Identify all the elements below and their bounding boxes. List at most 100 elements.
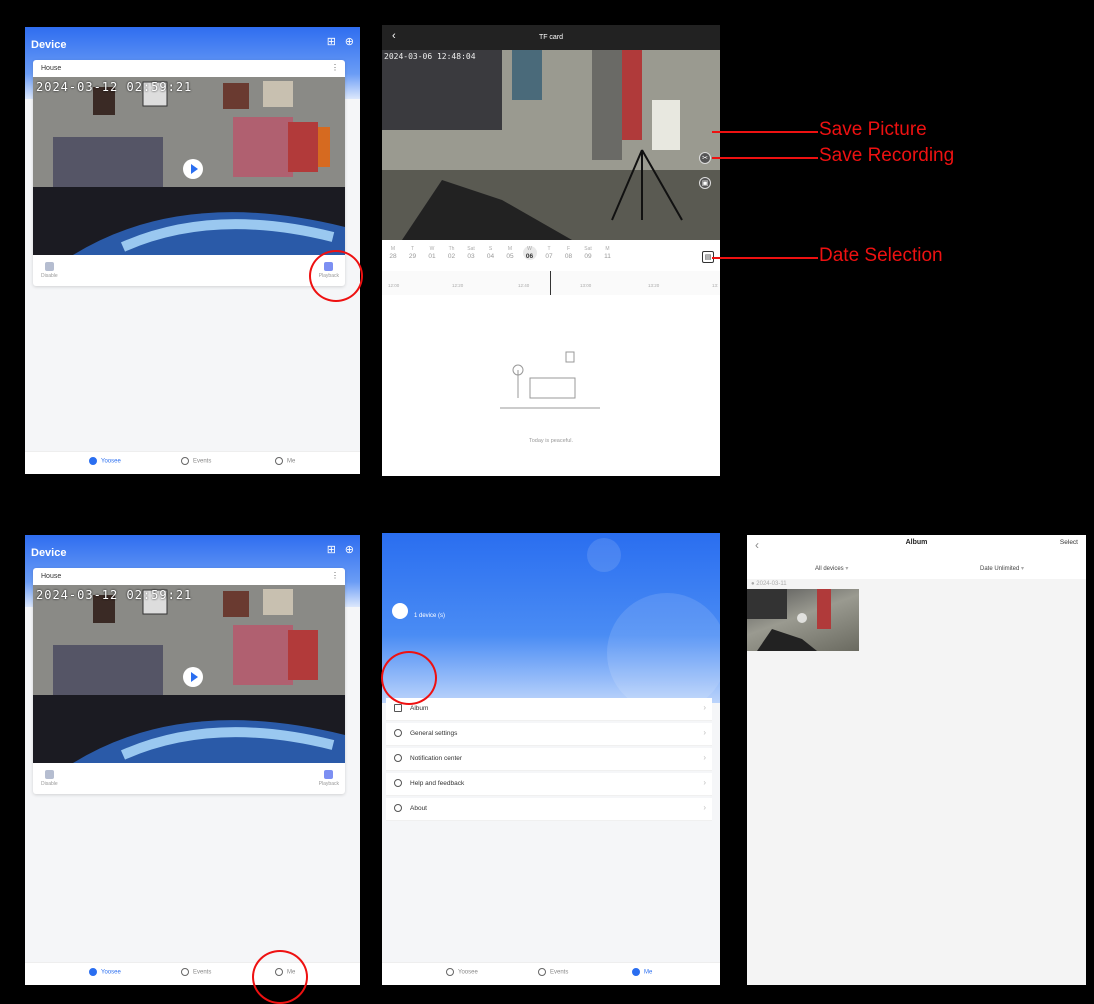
- chevron-down-icon: ▾: [845, 566, 849, 572]
- select-button[interactable]: Select: [1060, 539, 1078, 546]
- tab-label: Events: [193, 969, 212, 976]
- camera-card[interactable]: House ⋮ 2024-03-12 02:59:21 Disable Play…: [33, 568, 345, 794]
- tf-title: TF card: [538, 34, 564, 41]
- filter-date[interactable]: Date Unlimited ▾: [980, 565, 1024, 572]
- album-icon: [394, 704, 402, 712]
- info-icon: [394, 804, 402, 812]
- date-item[interactable]: Sat 03: [464, 246, 478, 260]
- chevron-right-icon: ›: [703, 803, 706, 812]
- date-number: 05: [506, 253, 514, 260]
- filter-devices-label: All devices: [815, 566, 844, 572]
- empty-illustration-icon: [500, 351, 600, 409]
- annotation-line-date-selection: [712, 257, 818, 259]
- camera-timestamp: 2024-03-12 02:59:21: [36, 80, 193, 94]
- camera-preview[interactable]: 2024-03-12 02:59:21: [33, 77, 345, 255]
- timeline-cursor[interactable]: [550, 271, 551, 295]
- me-icon: [275, 457, 283, 465]
- tab-yoosee[interactable]: Yoosee: [89, 457, 121, 465]
- camera-name: House: [41, 573, 62, 580]
- save-recording-button[interactable]: ▣: [699, 177, 711, 189]
- date-item[interactable]: T 07: [542, 246, 556, 260]
- tf-timestamp: 2024-03-06 12:48:04: [384, 52, 476, 61]
- menu-item-label: General settings: [410, 730, 458, 737]
- tab-label: Yoosee: [101, 969, 121, 976]
- add-icon[interactable]: ⊕: [345, 37, 354, 48]
- date-day: S: [488, 246, 493, 252]
- menu-item-label: Help and feedback: [410, 780, 465, 787]
- date-number: 28: [389, 253, 397, 260]
- date-day: Sat: [584, 246, 592, 252]
- play-icon[interactable]: [183, 159, 203, 179]
- tf-card-screen: ‹ TF card 2024-03-06 12:48:04 ✂ ▣ ❚❚ ▶ ◁…: [382, 25, 720, 476]
- menu-item[interactable]: Help and feedback ›: [386, 773, 712, 796]
- office-scene: [382, 50, 720, 240]
- disable-button[interactable]: Disable: [41, 770, 58, 787]
- notification-icon: [394, 754, 402, 762]
- tab-events[interactable]: Events: [181, 968, 211, 976]
- date-item[interactable]: S 04: [484, 246, 498, 260]
- play-icon[interactable]: [183, 667, 203, 687]
- device-title: Device: [31, 547, 67, 559]
- tab-label: Me: [644, 969, 653, 976]
- save-picture-button[interactable]: ✂: [699, 152, 711, 164]
- menu-item[interactable]: Notification center ›: [386, 748, 712, 771]
- album-thumbnail[interactable]: [747, 589, 859, 651]
- date-number: 01: [428, 253, 436, 260]
- tab-me[interactable]: Me: [275, 457, 295, 465]
- device-title: Device: [31, 39, 67, 51]
- device-screen-top: Device ⊞ ⊕ House ⋮ 2024-03-12 02:59:21 D…: [25, 27, 360, 474]
- timeline[interactable]: 12:00 12:20 12:40 13:00 13:20 13:: [382, 271, 720, 295]
- menu-item-label: Notification center: [410, 755, 463, 762]
- date-number: 11: [604, 253, 611, 260]
- more-icon[interactable]: ⋮: [331, 571, 339, 580]
- tf-video[interactable]: 2024-03-06 12:48:04 ✂ ▣ ❚❚ ▶ ◁ ⛶: [382, 50, 720, 259]
- date-item[interactable]: M 11: [601, 246, 615, 260]
- filter-devices[interactable]: All devices ▾: [815, 565, 848, 572]
- tab-events[interactable]: Events: [538, 968, 568, 976]
- decor-bubble: [607, 593, 720, 713]
- chevron-right-icon: ›: [703, 703, 706, 712]
- date-item[interactable]: Th 02: [445, 246, 459, 260]
- disable-button[interactable]: Disable: [41, 262, 58, 279]
- date-item[interactable]: T 29: [406, 246, 420, 260]
- grid-icon[interactable]: ⊞: [327, 37, 336, 48]
- bottom-tab-bar: Yoosee Events Me: [25, 962, 360, 985]
- album-title: Album: [905, 539, 928, 546]
- menu-item-label: Album: [410, 705, 429, 712]
- menu-item[interactable]: About ›: [386, 798, 712, 821]
- camera-preview[interactable]: 2024-03-12 02:59:21: [33, 585, 345, 763]
- help-icon: [394, 779, 402, 787]
- grid-icon[interactable]: ⊞: [327, 545, 336, 556]
- filter-date-label: Date Unlimited: [980, 566, 1020, 572]
- tab-events[interactable]: Events: [181, 457, 211, 465]
- date-item[interactable]: M 05: [503, 246, 517, 260]
- avatar[interactable]: [392, 603, 408, 619]
- tab-label: Events: [193, 458, 212, 465]
- menu-item-label: About: [410, 805, 427, 812]
- chevron-right-icon: ›: [703, 753, 706, 762]
- date-item[interactable]: W 06: [522, 246, 537, 260]
- menu-item[interactable]: Album ›: [386, 698, 712, 721]
- album-date: ● 2024-03-11: [751, 581, 787, 587]
- date-day: M: [605, 246, 610, 252]
- date-item[interactable]: F 08: [562, 246, 576, 260]
- playback-button[interactable]: Playback: [319, 770, 339, 787]
- tf-header: ‹ TF card: [382, 25, 720, 50]
- menu-item[interactable]: General settings ›: [386, 723, 712, 746]
- tab-me[interactable]: Me: [632, 968, 652, 976]
- add-icon[interactable]: ⊕: [345, 545, 354, 556]
- date-item[interactable]: M 28: [386, 246, 400, 260]
- me-icon: [632, 968, 640, 976]
- tab-yoosee[interactable]: Yoosee: [89, 968, 121, 976]
- date-item[interactable]: W 01: [425, 246, 439, 260]
- tab-yoosee[interactable]: Yoosee: [446, 968, 478, 976]
- camera-timestamp: 2024-03-12 02:59:21: [36, 588, 193, 602]
- camera-card[interactable]: House ⋮ 2024-03-12 02:59:21 Disable Play…: [33, 60, 345, 286]
- highlight-circle-me: [252, 950, 308, 1004]
- date-item[interactable]: Sat 09: [581, 246, 595, 260]
- date-day: M: [390, 246, 396, 252]
- date-strip: M 28 T 29 W 01 Th 02 Sat 03 S 04 M 05 W 06 T 07 F 08 Sat 09 M 1…: [382, 243, 720, 269]
- more-icon[interactable]: ⋮: [331, 63, 339, 72]
- chevron-down-icon: ▾: [1021, 566, 1025, 572]
- date-day: W: [527, 246, 532, 252]
